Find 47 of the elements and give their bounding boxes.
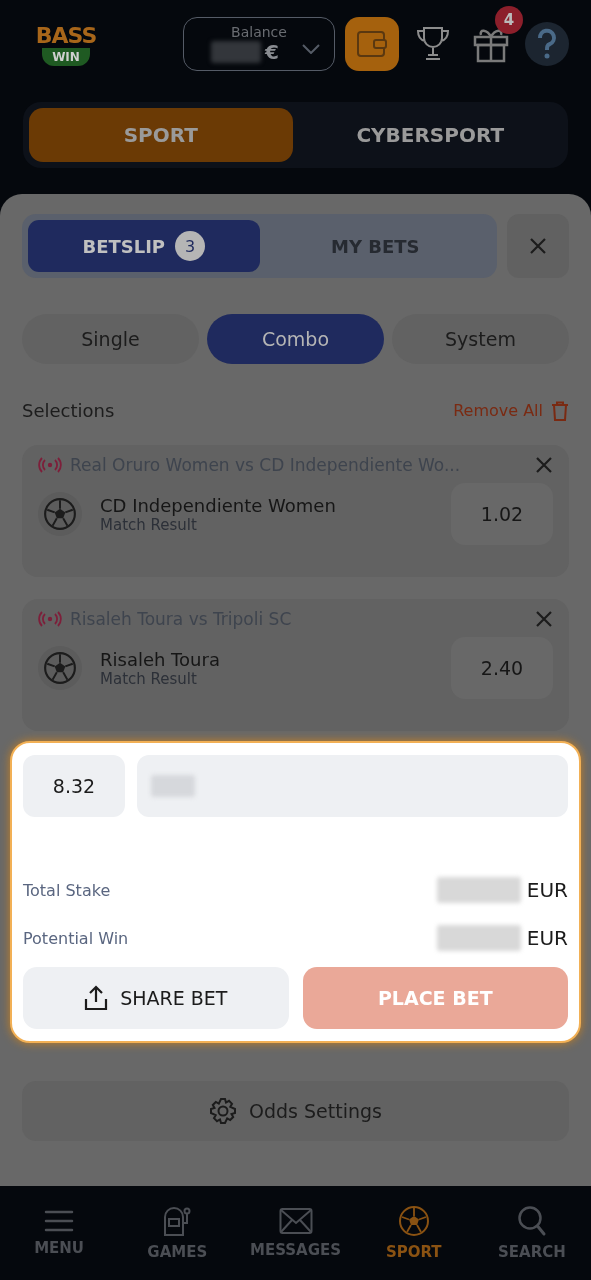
nav-item[interactable]: MENU [0,1186,119,1280]
betslip-tab[interactable]: MY BETS [259,220,491,272]
bet-type-tab[interactable]: System [392,314,569,364]
nav-item[interactable]: MESSAGES [236,1186,355,1280]
close-icon [535,456,553,474]
currency-code: EUR [526,926,568,950]
share-bet-button[interactable]: SHARE BET [23,967,289,1029]
balance-dropdown[interactable]: Balance € [183,17,335,71]
nav-item[interactable]: GAMES [118,1186,237,1280]
pick-name: CD Independiente Women [100,494,337,516]
section-tab[interactable]: CYBERSPORT [298,108,562,162]
summary-label: Total Stake [23,880,112,900]
stake-input-field[interactable] [137,755,568,817]
envelope-icon [278,1207,313,1235]
share-icon [84,985,109,1011]
betslip-tab[interactable]: BETSLIP 3 [28,220,260,272]
count-badge: 3 [175,231,206,261]
soccer-ball-icon [397,1205,430,1237]
close-icon [529,237,547,255]
menu-icon [44,1209,75,1233]
trophy-icon [416,26,450,62]
odds-value: 1.02 [451,483,553,545]
currency-code: EUR [526,878,568,902]
wallet-button[interactable] [345,17,399,71]
chevron-down-icon [302,44,320,54]
gear-icon [209,1097,237,1125]
redacted-amount [211,41,262,63]
pick-name: Risaleh Toura [100,648,221,670]
section-tab[interactable]: SPORT [29,108,293,162]
avatar-icon[interactable] [525,22,569,66]
notification-badge: 4 [495,6,523,34]
total-odds: 8.32 [23,755,125,817]
trash-icon [551,400,569,421]
close-icon [535,610,553,628]
summary-label: Potential Win [23,928,130,948]
place-bet-button[interactable]: PLACE BET [302,967,568,1029]
search-icon [516,1205,547,1237]
remove-all-button[interactable]: Remove All [453,400,569,421]
section-title: Selections [22,400,115,421]
nav-item[interactable]: SPORT [354,1186,473,1280]
odds-settings-button[interactable]: Odds Settings [22,1081,569,1141]
bet-type-tab[interactable]: Combo [207,314,384,364]
bet-type-tab[interactable]: Single [22,314,199,364]
odds-value: 2.40 [451,637,553,699]
wallet-icon [356,30,388,58]
logo[interactable]: BASS WIN [24,22,108,66]
nav-item[interactable]: SEARCH [472,1186,591,1280]
